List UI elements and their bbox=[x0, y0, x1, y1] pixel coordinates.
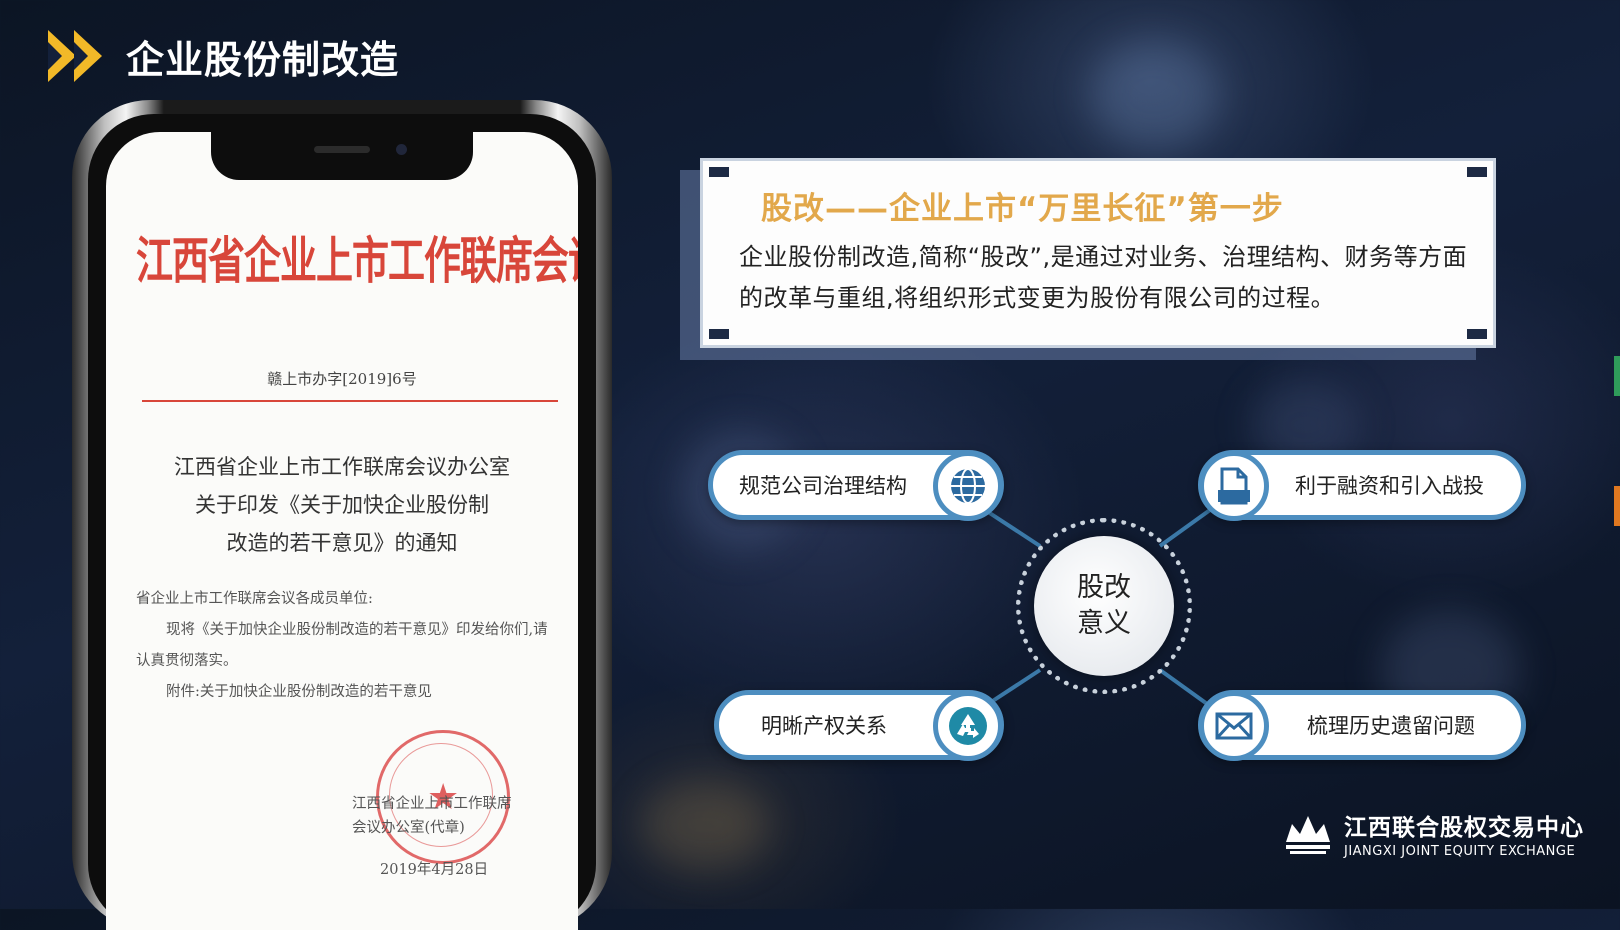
connector-line bbox=[1158, 668, 1212, 708]
hub-label-line: 意义 bbox=[1077, 608, 1131, 639]
mindmap-item-label: 明晰产权关系 bbox=[761, 714, 887, 738]
hub-label-line: 股改 bbox=[1077, 572, 1131, 603]
document-icon bbox=[1199, 451, 1269, 521]
recycle-icon bbox=[933, 691, 1003, 761]
mindmap-item-history: 梳理历史遗留问题 bbox=[1198, 690, 1526, 761]
mindmap-item-property: 明晰产权关系 bbox=[714, 690, 1004, 761]
connector-line bbox=[1158, 508, 1212, 548]
logo-name-cn: 江西联合股权交易中心 bbox=[1344, 815, 1584, 841]
connector-line bbox=[983, 508, 1042, 548]
edge-marker bbox=[1614, 486, 1620, 526]
globe-icon bbox=[933, 451, 1003, 521]
mindmap-item-governance: 规范公司治理结构 bbox=[708, 450, 1004, 521]
logo-name-en: JIANGXI JOINT EQUITY EXCHANGE bbox=[1344, 844, 1576, 859]
exchange-logo: 江西联合股权交易中心 JIANGXI JOINT EQUITY EXCHANGE bbox=[1282, 808, 1584, 859]
mindmap-item-label: 利于融资和引入战投 bbox=[1295, 474, 1484, 498]
mail-icon bbox=[1199, 691, 1269, 761]
mindmap-item-label: 规范公司治理结构 bbox=[739, 474, 907, 498]
mindmap-item-financing: 利于融资和引入战投 bbox=[1198, 450, 1526, 521]
mindmap-item-label: 梳理历史遗留问题 bbox=[1307, 714, 1475, 738]
crown-icon bbox=[1286, 815, 1330, 854]
edge-marker bbox=[1614, 356, 1620, 396]
mindmap-hub: 股改 意义 bbox=[1034, 536, 1174, 676]
